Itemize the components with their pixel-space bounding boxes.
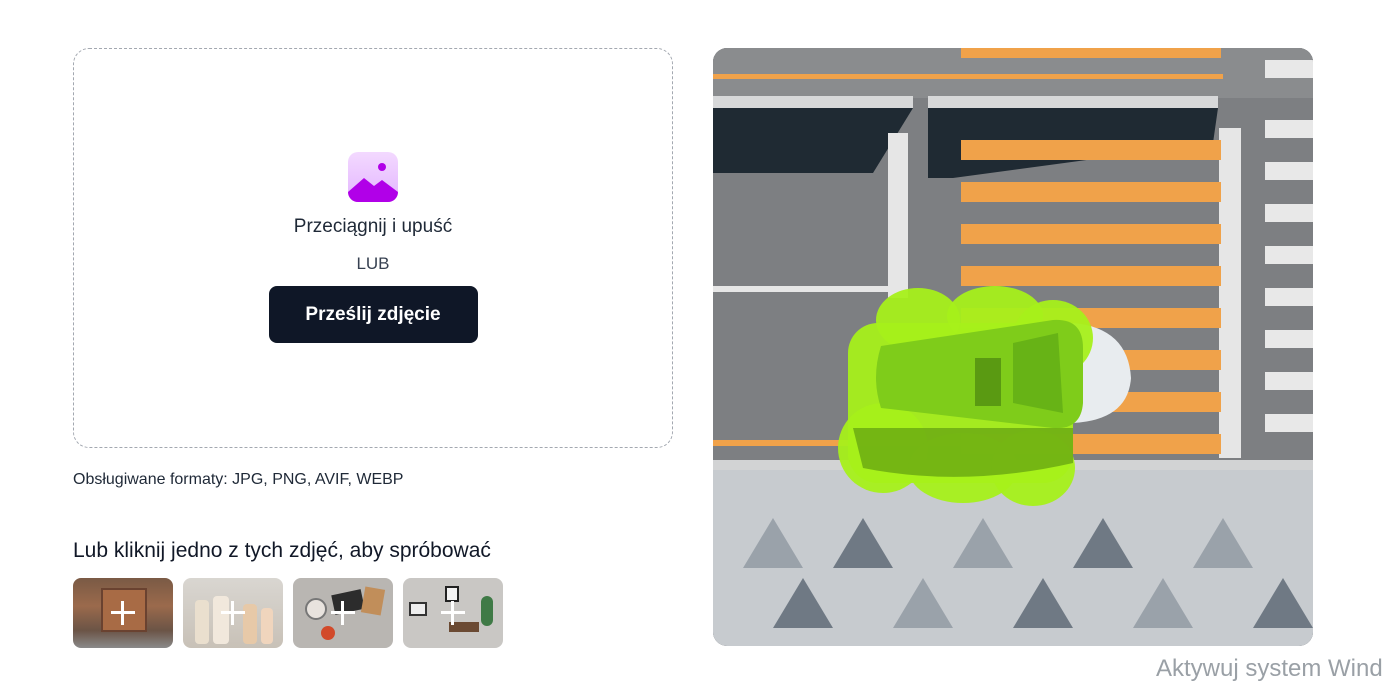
sample-image-garage[interactable]: [73, 578, 173, 648]
sample-image-cosmetics[interactable]: [183, 578, 283, 648]
page: Przeciągnij i upuść LUB Prześlij zdjęcie…: [0, 0, 1382, 695]
upload-dropzone[interactable]: Przeciągnij i upuść LUB Prześlij zdjęcie: [73, 48, 673, 448]
drag-drop-text: Przeciągnij i upuść: [293, 216, 453, 237]
result-image: [713, 48, 1313, 646]
plus-icon: [441, 601, 465, 625]
plus-icon: [331, 601, 355, 625]
sample-images-list: [73, 578, 503, 648]
or-text: LUB: [356, 254, 390, 273]
sample-image-desk[interactable]: [293, 578, 393, 648]
plus-icon: [221, 601, 245, 625]
upload-image-button[interactable]: Prześlij zdjęcie: [268, 286, 478, 343]
plus-icon: [111, 601, 135, 625]
sample-images-heading: Lub kliknij jedno z tych zdjęć, aby spró…: [73, 539, 491, 562]
sample-image-shelf[interactable]: [403, 578, 503, 648]
image-icon: [348, 152, 398, 202]
windows-activation-watermark: Aktywuj system Wind: [1156, 655, 1382, 682]
supported-formats-text: Obsługiwane formaty: JPG, PNG, AVIF, WEB…: [73, 471, 404, 488]
